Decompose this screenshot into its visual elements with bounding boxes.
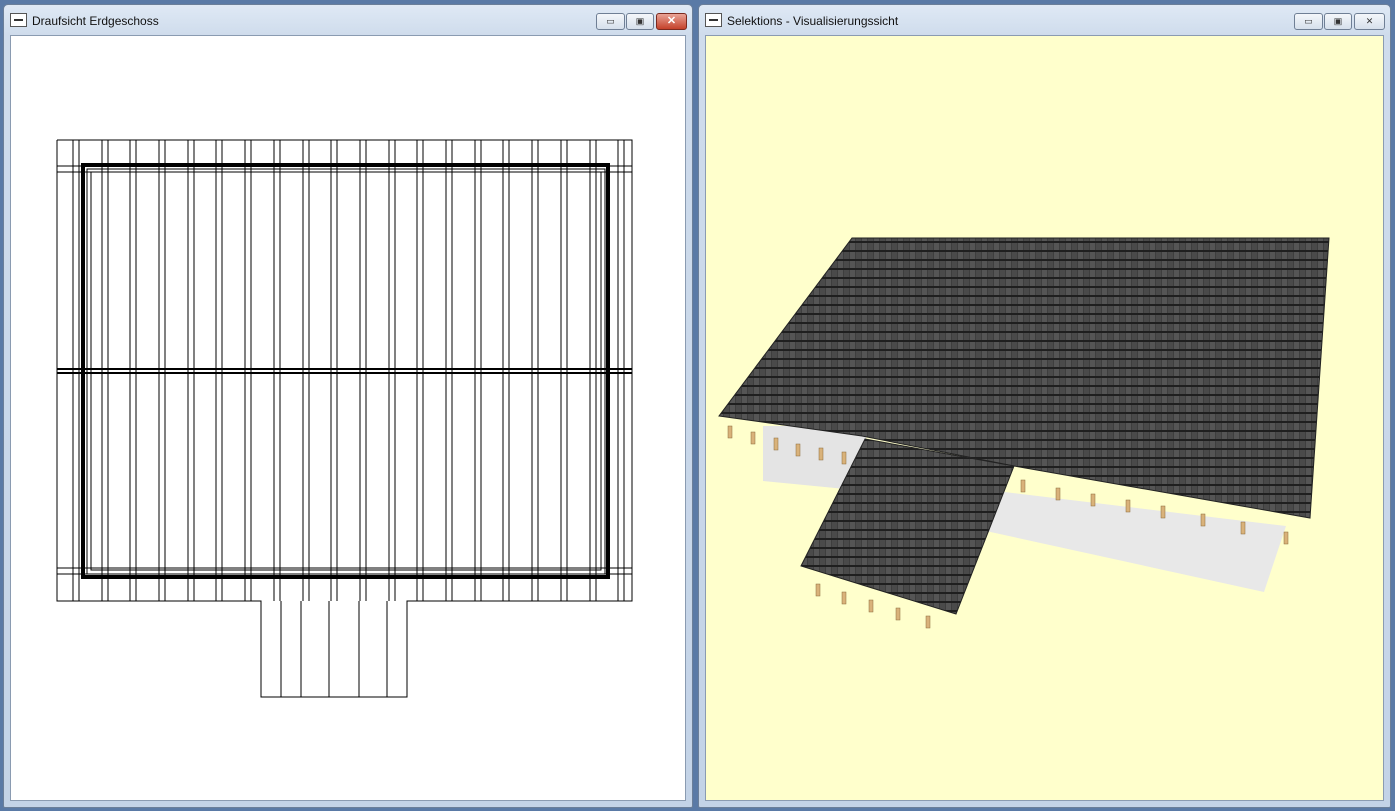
rafter-end: [895, 607, 901, 621]
rafter-end: [1055, 487, 1061, 501]
visualization-canvas[interactable]: [705, 35, 1384, 801]
close-button[interactable]: ✕: [1354, 13, 1385, 30]
floor-plan-drawing: [56, 139, 633, 698]
rafter-end: [750, 431, 756, 445]
floor-plan-canvas[interactable]: [10, 35, 686, 801]
rafter-end: [925, 615, 931, 629]
title-bar[interactable]: Selektions - Visualisierungssicht ▭ ▣ ✕: [699, 5, 1390, 35]
rafter-end: [1283, 531, 1289, 545]
rafter-end: [841, 451, 847, 465]
visualization-window[interactable]: Selektions - Visualisierungssicht ▭ ▣ ✕: [698, 4, 1391, 808]
roof-outline: [56, 139, 633, 698]
rafter-end: [1125, 499, 1131, 513]
roof-3d-model: [718, 237, 1330, 629]
app-icon: [705, 13, 722, 27]
rafter-end: [773, 437, 779, 451]
floor-plan-window[interactable]: Draufsicht Erdgeschoss ▭ ▣ ✕: [3, 4, 693, 808]
rafter-end: [1090, 493, 1096, 507]
rafter-end: [818, 447, 824, 461]
rafter-end: [1160, 505, 1166, 519]
app-icon: [10, 13, 27, 27]
rafter-end: [727, 425, 733, 439]
rafter-end: [1020, 479, 1026, 493]
interior-wall-line: [90, 171, 602, 571]
maximize-button[interactable]: ▣: [626, 13, 654, 30]
exterior-wall: [81, 163, 610, 579]
title-bar[interactable]: Draufsicht Erdgeschoss ▭ ▣ ✕: [4, 5, 692, 35]
window-title: Selektions - Visualisierungssicht: [727, 14, 899, 28]
window-title: Draufsicht Erdgeschoss: [32, 14, 159, 28]
minimize-button[interactable]: ▭: [596, 13, 625, 30]
rafter-end: [868, 599, 874, 613]
rafter-end: [795, 443, 801, 457]
maximize-button[interactable]: ▣: [1324, 13, 1352, 30]
close-button[interactable]: ✕: [656, 13, 687, 30]
minimize-button[interactable]: ▭: [1294, 13, 1323, 30]
rafter-end: [815, 583, 821, 597]
rafter-end: [1240, 521, 1246, 535]
rafter-end: [841, 591, 847, 605]
rafter-end: [1200, 513, 1206, 527]
